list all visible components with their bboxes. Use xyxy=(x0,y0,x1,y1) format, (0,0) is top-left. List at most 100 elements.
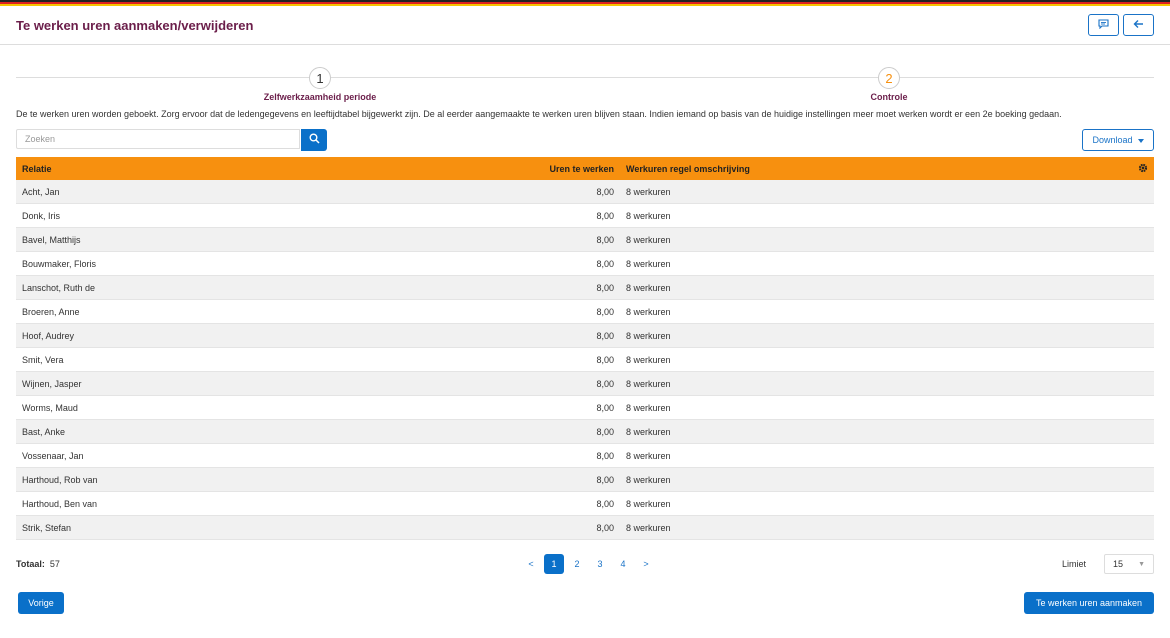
table-row[interactable]: Harthoud, Ben van 8,00 8 werkuren xyxy=(16,491,1154,516)
back-button[interactable] xyxy=(1123,14,1154,36)
cell-relatie: Hoof, Audrey xyxy=(16,323,360,348)
page-title: Te werken uren aanmaken/verwijderen xyxy=(16,17,254,33)
cell-relatie: Strik, Stefan xyxy=(16,515,360,540)
cell-omschrijving: 8 werkuren xyxy=(620,323,1154,348)
table-row[interactable]: Wijnen, Jasper 8,00 8 werkuren xyxy=(16,371,1154,396)
search-button[interactable] xyxy=(301,129,327,151)
pagination-page-2[interactable]: 2 xyxy=(567,554,587,574)
cell-relatie: Donk, Iris xyxy=(16,203,360,228)
limit-value: 15 xyxy=(1113,559,1124,569)
table-row[interactable]: Bouwmaker, Floris 8,00 8 werkuren xyxy=(16,251,1154,276)
cell-omschrijving: 8 werkuren xyxy=(620,347,1154,372)
cell-uren: 8,00 xyxy=(360,371,620,396)
cell-uren: 8,00 xyxy=(360,323,620,348)
gear-icon[interactable] xyxy=(1138,163,1148,175)
total-count: Totaal: 57 xyxy=(16,559,60,569)
hours-table: Relatie Uren te werken Werkuren regel om… xyxy=(16,157,1154,540)
cell-uren: 8,00 xyxy=(360,395,620,420)
cell-relatie: Bavel, Matthijs xyxy=(16,227,360,252)
table-row[interactable]: Strik, Stefan 8,00 8 werkuren xyxy=(16,515,1154,540)
download-label: Download xyxy=(1092,135,1133,145)
caret-down-icon: ▼ xyxy=(1138,560,1145,568)
cell-omschrijving: 8 werkuren xyxy=(620,251,1154,276)
search-input[interactable] xyxy=(16,129,300,149)
cell-omschrijving: 8 werkuren xyxy=(620,227,1154,252)
cell-relatie: Acht, Jan xyxy=(16,180,360,204)
cell-omschrijving: 8 werkuren xyxy=(620,299,1154,324)
total-label: Totaal: xyxy=(16,559,45,569)
cell-uren: 8,00 xyxy=(360,419,620,444)
cell-uren: 8,00 xyxy=(360,275,620,300)
comment-button[interactable] xyxy=(1088,14,1119,36)
cell-uren: 8,00 xyxy=(360,299,620,324)
limit-select[interactable]: 15 ▼ xyxy=(1104,554,1154,574)
cell-omschrijving: 8 werkuren xyxy=(620,395,1154,420)
pagination: < 1 2 3 4 > xyxy=(521,554,656,574)
description-text: De te werken uren worden geboekt. Zorg e… xyxy=(16,109,1062,119)
cell-omschrijving: 8 werkuren xyxy=(620,515,1154,540)
pagination-page-4[interactable]: 4 xyxy=(613,554,633,574)
column-header-omschrijving-label: Werkuren regel omschrijving xyxy=(626,163,750,174)
table-row[interactable]: Hoof, Audrey 8,00 8 werkuren xyxy=(16,323,1154,348)
cell-uren: 8,00 xyxy=(360,347,620,372)
bottom-actions: Vorige Te werken uren aanmaken xyxy=(16,592,1154,622)
pagination-page-3[interactable]: 3 xyxy=(590,554,610,574)
limit-label: Limiet xyxy=(1061,559,1086,569)
cell-relatie: Wijnen, Jasper xyxy=(16,371,360,396)
table-row[interactable]: Smit, Vera 8,00 8 werkuren xyxy=(16,347,1154,372)
cell-omschrijving: 8 werkuren xyxy=(620,491,1154,516)
column-header-uren[interactable]: Uren te werken xyxy=(360,157,620,180)
cell-relatie: Vossenaar, Jan xyxy=(16,443,360,468)
pagination-next[interactable]: > xyxy=(636,554,656,574)
table-row[interactable]: Lanschot, Ruth de 8,00 8 werkuren xyxy=(16,275,1154,300)
table-footer: Totaal: 57 < 1 2 3 4 > Limiet 15 ▼ xyxy=(16,554,1154,584)
arrow-left-icon xyxy=(1133,18,1144,32)
cell-omschrijving: 8 werkuren xyxy=(620,467,1154,492)
step-1[interactable]: 1 Zelfwerkzaamheid periode xyxy=(220,67,420,102)
table-row[interactable]: Bast, Anke 8,00 8 werkuren xyxy=(16,419,1154,444)
table-header-row: Relatie Uren te werken Werkuren regel om… xyxy=(16,157,1154,180)
total-value: 57 xyxy=(49,559,60,569)
table-row[interactable]: Vossenaar, Jan 8,00 8 werkuren xyxy=(16,443,1154,468)
cell-relatie: Bouwmaker, Floris xyxy=(16,251,360,276)
cell-omschrijving: 8 werkuren xyxy=(620,419,1154,444)
pagination-page-1[interactable]: 1 xyxy=(544,554,564,574)
step-2-number: 2 xyxy=(878,67,900,89)
cell-uren: 8,00 xyxy=(360,443,620,468)
cell-uren: 8,00 xyxy=(360,491,620,516)
cell-relatie: Worms, Maud xyxy=(16,395,360,420)
comment-icon xyxy=(1098,18,1109,32)
cell-uren: 8,00 xyxy=(360,180,620,204)
table-row[interactable]: Worms, Maud 8,00 8 werkuren xyxy=(16,395,1154,420)
column-header-omschrijving[interactable]: Werkuren regel omschrijving xyxy=(620,157,1154,180)
step-2[interactable]: 2 Controle xyxy=(789,67,989,102)
cell-relatie: Broeren, Anne xyxy=(16,299,360,324)
cell-omschrijving: 8 werkuren xyxy=(620,443,1154,468)
step-1-number: 1 xyxy=(309,67,331,89)
limit-control: Limiet 15 ▼ xyxy=(1062,554,1154,574)
step-2-label: Controle xyxy=(870,92,908,102)
pagination-prev[interactable]: < xyxy=(521,554,541,574)
step-1-label: Zelfwerkzaamheid periode xyxy=(263,92,377,102)
previous-button[interactable]: Vorige xyxy=(18,592,64,614)
cell-relatie: Harthoud, Rob van xyxy=(16,467,360,492)
cell-relatie: Smit, Vera xyxy=(16,347,360,372)
cell-omschrijving: 8 werkuren xyxy=(620,203,1154,228)
cell-uren: 8,00 xyxy=(360,227,620,252)
cell-uren: 8,00 xyxy=(360,203,620,228)
cell-omschrijving: 8 werkuren xyxy=(620,371,1154,396)
cell-relatie: Harthoud, Ben van xyxy=(16,491,360,516)
search-icon xyxy=(309,131,320,149)
create-hours-button[interactable]: Te werken uren aanmaken xyxy=(1024,592,1154,614)
cell-omschrijving: 8 werkuren xyxy=(620,275,1154,300)
table-row[interactable]: Acht, Jan 8,00 8 werkuren xyxy=(16,180,1154,204)
table-toolbar: Download xyxy=(16,129,1154,157)
cell-uren: 8,00 xyxy=(360,467,620,492)
table-row[interactable]: Bavel, Matthijs 8,00 8 werkuren xyxy=(16,227,1154,252)
table-row[interactable]: Harthoud, Rob van 8,00 8 werkuren xyxy=(16,467,1154,492)
table-row[interactable]: Broeren, Anne 8,00 8 werkuren xyxy=(16,299,1154,324)
table-row[interactable]: Donk, Iris 8,00 8 werkuren xyxy=(16,203,1154,228)
caret-down-icon xyxy=(1137,135,1144,145)
download-button[interactable]: Download xyxy=(1082,129,1154,151)
column-header-relatie[interactable]: Relatie xyxy=(16,157,360,180)
